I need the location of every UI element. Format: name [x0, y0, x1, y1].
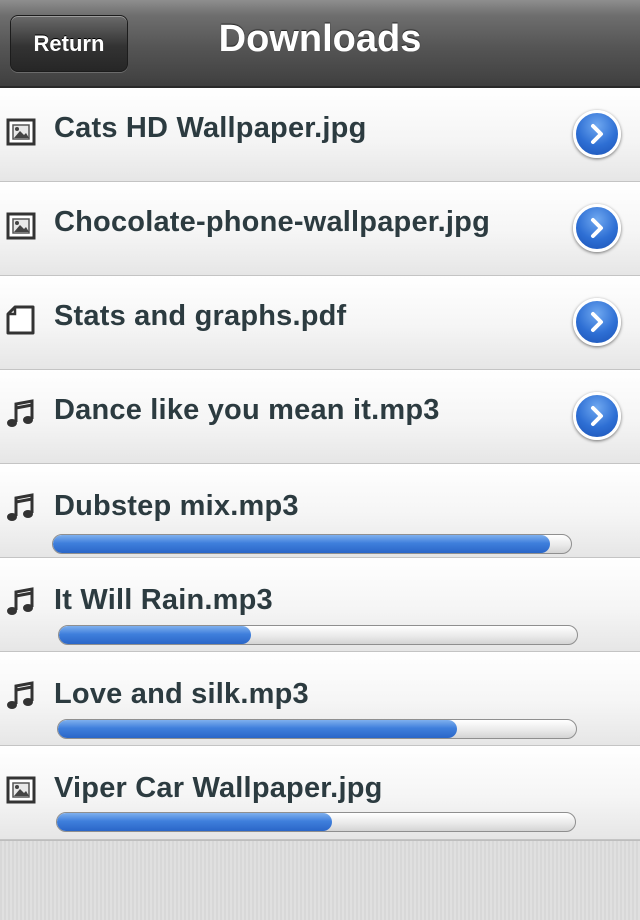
- download-progress-fill: [58, 720, 457, 738]
- file-name-label: Dance like you mean it.mp3: [54, 394, 440, 426]
- list-item[interactable]: Love and silk.mp3: [0, 652, 640, 746]
- download-progress-bar: [52, 534, 572, 554]
- download-progress-bar: [57, 719, 577, 739]
- music-note-icon: [5, 492, 37, 524]
- download-progress-fill: [57, 813, 332, 831]
- image-file-icon: [5, 210, 37, 242]
- navigation-bar: Return Downloads: [0, 0, 640, 88]
- page-title: Downloads: [218, 18, 422, 60]
- file-name-label: Viper Car Wallpaper.jpg: [54, 772, 383, 804]
- document-file-icon: [5, 304, 37, 336]
- music-note-icon: [5, 680, 37, 712]
- list-item[interactable]: Chocolate-phone-wallpaper.jpg: [0, 182, 640, 276]
- list-item[interactable]: Viper Car Wallpaper.jpg: [0, 746, 640, 840]
- music-note-icon: [5, 586, 37, 618]
- list-item[interactable]: Stats and graphs.pdf: [0, 276, 640, 370]
- disclosure-chevron-icon[interactable]: [573, 298, 621, 346]
- downloads-list: Cats HD Wallpaper.jpg Chocolate-phone-wal…: [0, 88, 640, 840]
- image-file-icon: [5, 774, 37, 806]
- file-name-label: Dubstep mix.mp3: [54, 490, 299, 522]
- download-progress-fill: [53, 535, 551, 553]
- list-item[interactable]: Dubstep mix.mp3: [0, 464, 640, 558]
- download-progress-bar: [58, 625, 578, 645]
- list-item[interactable]: Dance like you mean it.mp3: [0, 370, 640, 464]
- music-note-icon: [5, 398, 37, 430]
- download-progress-fill: [59, 626, 251, 644]
- file-name-label: It Will Rain.mp3: [54, 584, 273, 616]
- list-item[interactable]: It Will Rain.mp3: [0, 558, 640, 652]
- disclosure-chevron-icon[interactable]: [573, 204, 621, 252]
- image-file-icon: [5, 116, 37, 148]
- empty-list-background: [0, 840, 640, 920]
- file-name-label: Cats HD Wallpaper.jpg: [54, 112, 367, 144]
- file-name-label: Chocolate-phone-wallpaper.jpg: [54, 206, 490, 238]
- download-progress-bar: [56, 812, 576, 832]
- list-item[interactable]: Cats HD Wallpaper.jpg: [0, 88, 640, 182]
- file-name-label: Stats and graphs.pdf: [54, 300, 347, 332]
- disclosure-chevron-icon[interactable]: [573, 110, 621, 158]
- file-name-label: Love and silk.mp3: [54, 678, 309, 710]
- disclosure-chevron-icon[interactable]: [573, 392, 621, 440]
